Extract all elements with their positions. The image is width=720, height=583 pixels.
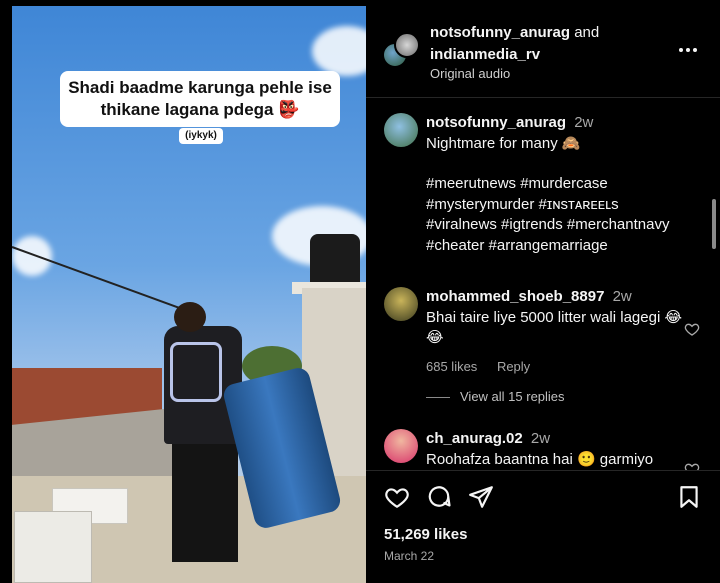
view-replies-text: View all 15 replies bbox=[460, 389, 565, 404]
shirt-print bbox=[170, 342, 222, 402]
video-subcaption: (iykyk) bbox=[179, 128, 223, 144]
more-horizontal-icon bbox=[679, 48, 683, 52]
heart-icon[interactable] bbox=[684, 461, 700, 471]
caption-text: Nightmare for many 🙈 bbox=[426, 134, 581, 152]
like-heart-icon[interactable] bbox=[384, 484, 410, 510]
comment-username[interactable]: ch_anurag.02 bbox=[426, 430, 523, 447]
video-caption: Shadi baadme karunga pehle ise thikane l… bbox=[60, 71, 340, 127]
avatar[interactable] bbox=[384, 287, 418, 321]
avatar[interactable] bbox=[384, 113, 418, 147]
avatar[interactable] bbox=[394, 32, 420, 58]
comment-time: 2w bbox=[530, 430, 551, 447]
ac-unit bbox=[14, 511, 92, 583]
comment-text: Roohafza baantna hai 🙂 garmiyo bbox=[426, 450, 654, 468]
header-user-2[interactable]: indianmedia_rv bbox=[430, 46, 540, 63]
comment-time: 2w bbox=[612, 288, 632, 305]
reply-button[interactable]: Reply bbox=[497, 359, 530, 374]
post-date: March 22 bbox=[384, 549, 435, 563]
comment-username[interactable]: mohammed_shoeb_8897 bbox=[426, 288, 604, 305]
comment-body: mohammed_shoeb_8897 2w Bhai taire liye 5… bbox=[426, 287, 696, 377]
water-tank bbox=[310, 234, 360, 288]
share-paper-plane-icon[interactable] bbox=[468, 484, 494, 510]
comment-likes[interactable]: 685 likes bbox=[426, 359, 477, 374]
heart-icon[interactable] bbox=[684, 321, 700, 337]
hashtags[interactable]: #viralnews #igtrends #merchantnavy bbox=[426, 215, 696, 236]
comment-meta: 685 likes Reply bbox=[426, 357, 696, 378]
cloud bbox=[12, 236, 52, 276]
person-legs bbox=[172, 442, 238, 562]
person-head bbox=[174, 302, 206, 332]
header-usernames: notsofunny_anurag and bbox=[430, 24, 599, 41]
scrollbar[interactable] bbox=[712, 199, 716, 249]
avatar[interactable] bbox=[384, 429, 418, 463]
post-header: notsofunny_anurag and indianmedia_rv Ori… bbox=[366, 6, 720, 98]
power-wire bbox=[12, 246, 201, 317]
hashtags[interactable]: #mysterymurder #ɪɴsᴛᴀʀᴇᴇʟs bbox=[426, 195, 696, 216]
audio-link[interactable]: Original audio bbox=[430, 66, 510, 81]
hashtags[interactable]: #cheater #arrangemarriage bbox=[426, 236, 696, 257]
caption-username[interactable]: notsofunny_anurag bbox=[426, 114, 566, 131]
view-replies-button[interactable]: View all 15 replies bbox=[426, 389, 565, 404]
post-actions: 51,269 likes March 22 bbox=[366, 472, 720, 583]
hashtags[interactable]: #meerutnews #murdercase bbox=[426, 174, 696, 195]
comments-section[interactable]: notsofunny_anurag 2w Nightmare for many … bbox=[366, 99, 720, 471]
cloud bbox=[312, 26, 366, 76]
comment-body: ch_anurag.02 2w Roohafza baantna hai 🙂 g… bbox=[426, 429, 696, 470]
likes-count[interactable]: 51,269 likes bbox=[384, 526, 467, 543]
comment-text: Bhai taire liye 5000 litter wali lagegi … bbox=[426, 308, 682, 347]
header-user-1[interactable]: notsofunny_anurag bbox=[430, 24, 570, 41]
post-panel: notsofunny_anurag and indianmedia_rv Ori… bbox=[366, 6, 720, 583]
collab-avatars[interactable] bbox=[382, 32, 422, 72]
caption-time: 2w bbox=[574, 114, 594, 131]
bookmark-icon[interactable] bbox=[676, 484, 702, 510]
reel-video[interactable]: Shadi baadme karunga pehle ise thikane l… bbox=[12, 6, 366, 583]
header-and: and bbox=[574, 24, 600, 41]
caption-body: notsofunny_anurag 2w Nightmare for many … bbox=[426, 113, 696, 256]
comment-bubble-icon[interactable] bbox=[426, 484, 452, 510]
more-options-button[interactable] bbox=[676, 40, 700, 60]
